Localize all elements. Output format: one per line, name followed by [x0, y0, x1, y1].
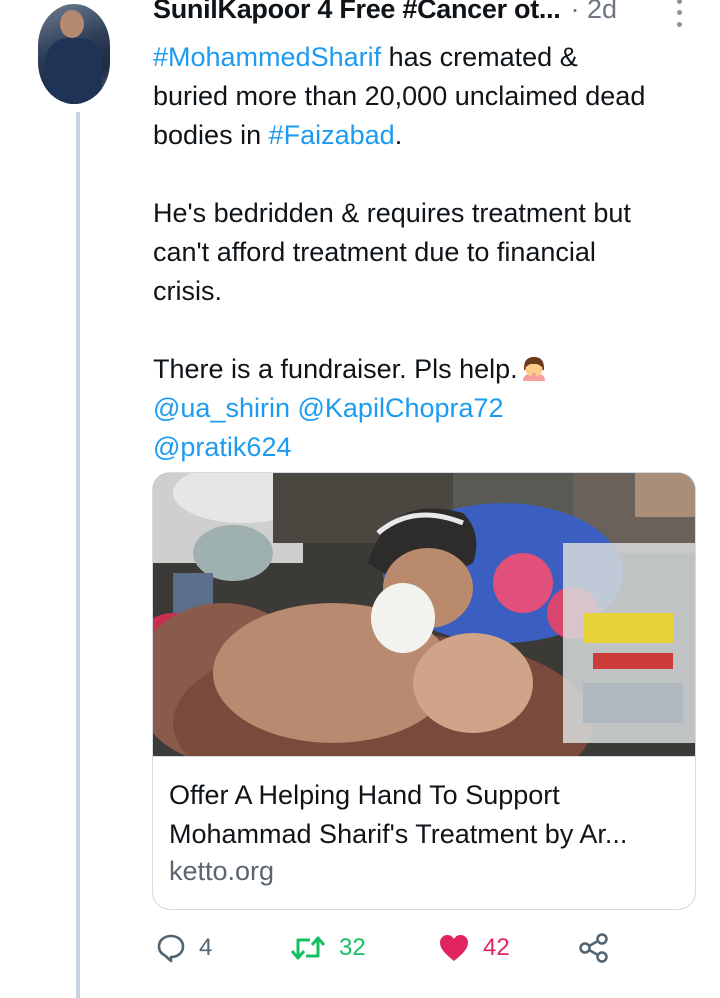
tweet-text-line1: has cremated &	[381, 42, 578, 72]
tweet-text: #MohammedSharif has cremated & buried mo…	[153, 38, 713, 467]
mention-ua-shirin[interactable]: @ua_shirin	[153, 393, 290, 423]
timestamp-separator: ·	[570, 0, 580, 24]
hashtag-faizabad[interactable]: #Faizabad	[269, 120, 395, 150]
tweet-actions-bar: 4 32 42	[150, 928, 630, 968]
like-count: 42	[483, 934, 510, 961]
reply-bubble-icon	[157, 934, 185, 963]
reply-button[interactable]: 4	[156, 928, 212, 968]
mention-kapilchopra72[interactable]: @KapilChopra72	[298, 393, 504, 423]
avatar-face	[60, 10, 84, 38]
tweet-header: SunilKapoor 4 Free #Cancer ot... · 2d	[153, 0, 720, 34]
timestamp-value: 2d	[587, 0, 618, 24]
tweet-timestamp[interactable]: · 2d	[571, 0, 618, 24]
tweet-text-para2-line1: He's bedridden & requires treatment but	[153, 198, 631, 228]
share-button[interactable]	[578, 928, 610, 968]
tweet-text-line2: buried more than 20,000 unclaimed dead	[153, 81, 646, 111]
retweet-button[interactable]: 32	[290, 928, 366, 968]
card-title[interactable]: Offer A Helping Hand To Support Mohammad…	[169, 776, 684, 854]
share-icon	[579, 933, 608, 963]
tweet-text-para2-line2: can't afford treatment due to financial	[153, 237, 596, 267]
retweet-count: 32	[339, 934, 366, 961]
like-button[interactable]: 42	[438, 928, 510, 968]
author-avatar[interactable]	[38, 4, 110, 104]
card-title-line1: Offer A Helping Hand To Support	[169, 780, 560, 810]
link-preview-card[interactable]: Offer A Helping Hand To Support Mohammad…	[152, 472, 696, 910]
card-image[interactable]	[153, 473, 695, 756]
card-divider	[153, 756, 695, 757]
thread-line	[76, 112, 80, 998]
tweet-text-line3-suffix: .	[394, 120, 403, 150]
tweet-text-para3: There is a fundraiser. Pls help.	[153, 354, 518, 384]
card-domain: ketto.org	[169, 856, 275, 886]
card-title-line2: Mohammad Sharif's Treatment by Ar...	[169, 819, 628, 849]
mention-pratik624[interactable]: @pratik624	[153, 432, 291, 462]
reply-count: 4	[199, 934, 213, 961]
hashtag-mohammedsharif[interactable]: #MohammedSharif	[153, 42, 381, 72]
retweet-icon	[290, 936, 326, 960]
person-facepalming-emoji-icon	[520, 354, 548, 382]
tweet-text-para2-line3: crisis.	[153, 276, 222, 306]
author-display-name[interactable]: SunilKapoor 4 Free #Cancer ot...	[153, 0, 561, 24]
elderly-man-in-bed-photo-icon	[153, 473, 695, 756]
tweet-text-line3-prefix: bodies in	[153, 120, 269, 150]
heart-icon	[440, 935, 468, 961]
avatar-body	[46, 38, 102, 104]
more-options-icon[interactable]	[672, 0, 686, 30]
